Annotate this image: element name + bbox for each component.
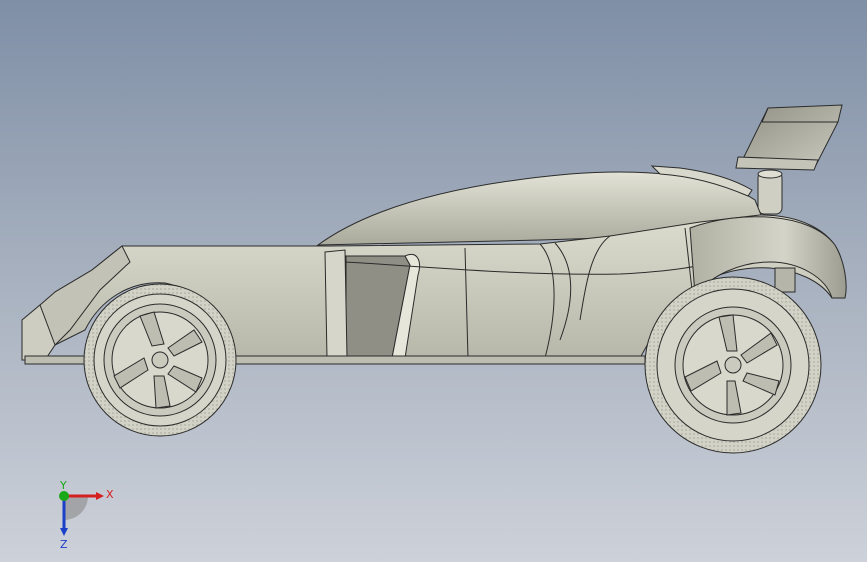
y-axis-label: Y — [59, 480, 67, 492]
x-axis-label: X — [106, 488, 114, 501]
orientation-triad: X Y Z — [59, 480, 114, 550]
triad-plane — [64, 496, 88, 520]
car-model[interactable] — [0, 0, 867, 562]
front-wheel[interactable] — [83, 283, 237, 437]
x-arrow-icon — [96, 492, 104, 500]
y-axis-dot-icon — [59, 491, 69, 501]
rear-wheel[interactable] — [644, 276, 822, 454]
z-arrow-icon — [60, 528, 68, 536]
z-axis-label: Z — [60, 538, 68, 550]
cad-viewport[interactable]: X Y Z — [0, 0, 867, 562]
